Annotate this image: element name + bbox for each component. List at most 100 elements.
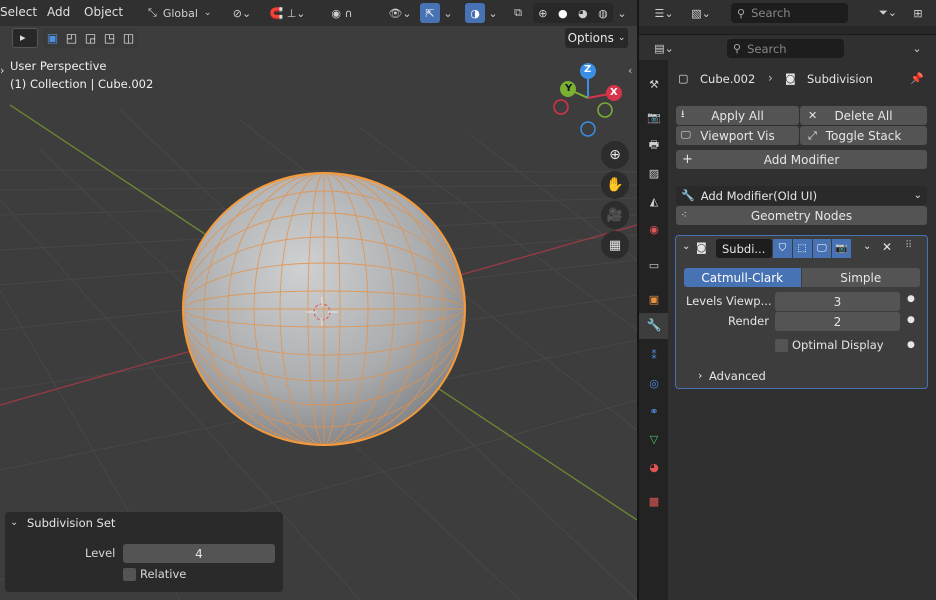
texture-tab-icon[interactable]: ▩ [647,494,661,508]
options-chevron-button[interactable]: ⌄ [907,38,927,58]
rendered-shading-icon[interactable]: ◍ [598,7,608,20]
data-tab-icon[interactable]: ▽ [647,432,661,446]
properties-editor-type-dropdown[interactable]: ▤⌄ [649,38,679,58]
select-menu[interactable]: Select [0,5,37,19]
gizmo-y-label: Y [565,83,573,94]
snapping-controls[interactable]: 🧲 ⊥⌄ [260,3,315,23]
scene-tab-icon[interactable]: ◭ [647,194,661,208]
options-label: Options [567,31,614,45]
material-shading-icon[interactable]: ◕ [578,7,588,20]
modifier-name-field[interactable]: Subdi... [716,239,772,258]
output-tab-icon[interactable]: 🖶 [647,138,661,152]
constraints-tab-icon[interactable]: ⚭ [647,404,661,418]
chevron-down-icon[interactable]: ⌄ [863,241,871,252]
view-layer-tab-icon[interactable]: ▨ [647,166,661,180]
breadcrumb-separator-icon: › [768,71,773,85]
render-camera-icon[interactable]: 📷 [832,239,851,258]
collapse-chevron-icon[interactable]: ⌄ [682,241,690,252]
world-tab-icon[interactable]: ◉ [647,222,661,236]
editor-type-dropdown[interactable]: ☰⌄ [649,3,679,23]
outliner-search-input[interactable]: ⚲ Search [731,3,848,23]
render-tab-icon[interactable]: 📷 [647,110,661,124]
visibility-dropdown[interactable]: 👁⌄ [385,3,415,23]
pivot-dropdown[interactable]: ⊘⌄ [227,3,257,23]
particles-tab-icon[interactable]: ⁑ [647,348,661,362]
xray-toggle[interactable]: ⧉ [507,3,529,23]
display-mode-dropdown[interactable]: ▧⌄ [686,3,716,23]
gizmo-dropdown[interactable]: ⌄ [441,3,455,23]
edit-mode-icon[interactable]: ⬚ [792,239,812,258]
object-menu[interactable]: Object [84,5,123,19]
properties-search-input[interactable]: ⚲ Search [727,39,844,58]
tool-tab-icon[interactable]: ⚒ [647,77,661,91]
collection-tab-icon[interactable]: ▭ [647,258,661,272]
wireframe-shading-icon[interactable]: ⊕ [538,7,547,20]
new-collection-button[interactable]: ⊞ [909,3,927,23]
overlays-dropdown[interactable]: ⌄ [486,3,500,23]
simple-button[interactable]: Simple [801,268,920,287]
levels-viewport-label: Levels Viewp... [686,294,772,308]
select-invert-icon[interactable]: ◳ [104,31,115,45]
select-intersect-icon[interactable]: ◫ [123,31,134,45]
apply-all-button[interactable]: ⭳ Apply All [676,106,799,125]
chevron-right-icon[interactable]: › [698,369,702,382]
camera-view-icon[interactable]: 🎥 [601,201,629,229]
sidebar-expand-icon[interactable]: ‹ [628,64,632,77]
collapse-chevron-icon[interactable]: ⌄ [10,517,18,528]
keyframe-dot-icon[interactable]: ● [907,340,915,350]
breadcrumb-modifier: Subdivision [807,72,873,86]
sphere-mesh [182,172,466,446]
subdivision-modifier-panel: ⌄ ◙ Subdi... ⛉ ⬚ 🖵 📷 ⌄ ✕ ⠿ Catmull-Clark… [675,235,928,389]
keyframe-dot-icon[interactable]: ● [907,315,915,325]
operator-redo-panel: ⌄ Subdivision Set Level 4 Relative [5,512,283,592]
pan-hand-icon[interactable]: ✋ [601,171,629,199]
overlays-toggle[interactable]: ◑ [465,3,485,23]
modifier-tab-active[interactable]: 🔧 [639,313,668,339]
select-subtract-icon[interactable]: ◲ [85,31,96,45]
keyframe-dot-icon[interactable]: ● [907,294,915,304]
remove-modifier-icon[interactable]: ✕ [882,240,892,254]
delete-all-button[interactable]: ✕ Delete All [800,106,927,125]
drag-handle-icon[interactable]: ⠿ [905,240,912,251]
plus-icon: + [682,152,693,167]
3d-viewport[interactable]: Select Add Object ⤡ Global ⌄ ⊘⌄ 🧲 ⊥⌄ ◉ ∩… [0,0,637,600]
select-extend-icon[interactable]: ◰ [66,31,77,45]
pivot-icon: ⊘⌄ [232,6,252,20]
download-icon: ⭳ [681,109,685,120]
orientation-dropdown[interactable]: ⤡ Global ⌄ [144,3,220,23]
geometry-nodes-button[interactable]: ⁖ Geometry Nodes [676,206,927,225]
edit-mode-cage-icon[interactable]: ⛉ [773,239,792,258]
levels-viewport-field[interactable]: 3 [775,292,900,311]
add-modifier-old-dropdown[interactable]: 🔧 Add Modifier(Old UI) ⌄ [676,186,927,205]
cursor-icon: ▸ [20,31,26,44]
select-tool-button[interactable]: ▸ [12,28,38,48]
toggle-stack-button[interactable]: ⤢ Toggle Stack [800,126,927,145]
optimal-display-checkbox[interactable] [775,339,788,352]
viewport-vis-button[interactable]: 🖵 Viewport Vis [676,126,799,145]
add-modifier-button[interactable]: + Add Modifier [676,150,927,169]
chevron-down-icon: ⌄ [913,190,922,201]
add-modifier-old-label: Add Modifier(Old UI) [700,188,818,203]
pin-icon[interactable]: 📌 [910,72,924,85]
chevron-down-icon: ⌄ [912,41,922,55]
level-field[interactable]: 4 [123,544,275,563]
add-menu[interactable]: Add [47,5,70,19]
proportional-edit[interactable]: ◉ ∩ [318,3,366,23]
catmull-clark-button[interactable]: Catmull-Clark [684,268,801,287]
physics-tab-icon[interactable]: ◎ [647,376,661,390]
active-object-label: (1) Collection | Cube.002 [10,77,154,91]
zoom-icon[interactable]: ⊕ [601,141,629,169]
perspective-grid-icon[interactable]: ▦ [601,231,629,259]
solid-shading-icon[interactable]: ● [558,7,568,20]
material-tab-icon[interactable]: ◕ [647,460,661,474]
shading-dropdown[interactable]: ⌄ [615,3,629,23]
object-tab-icon[interactable]: ▣ [647,292,661,306]
viewport-display-icon[interactable]: 🖵 [812,239,832,258]
select-new-icon[interactable]: ▣ [47,31,58,45]
render-levels-field[interactable]: 2 [775,312,900,331]
advanced-subpanel-header[interactable]: Advanced [709,369,766,383]
relative-checkbox[interactable] [123,568,136,581]
options-dropdown[interactable]: Options ⌄ [565,28,628,48]
filter-dropdown[interactable]: ⏷⌄ [873,3,903,23]
gizmo-toggle[interactable]: ⇱ [420,3,440,23]
